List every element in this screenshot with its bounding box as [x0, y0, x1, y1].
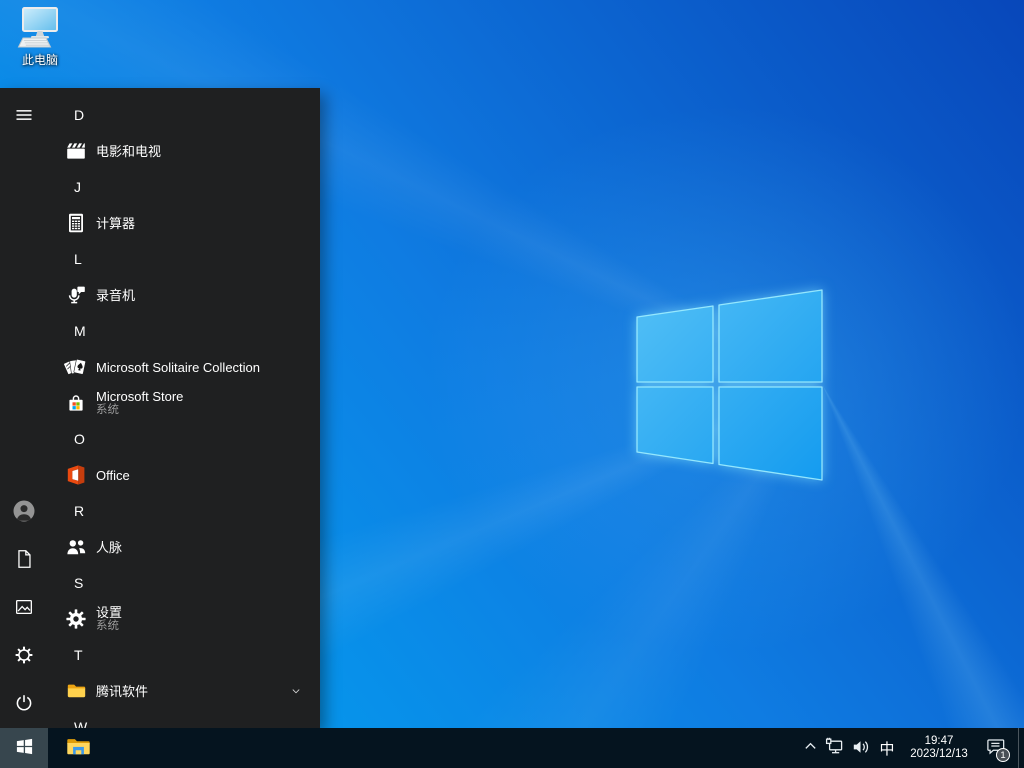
app-list: D 电影和电视 J 计算器 L 录音机 M Microsoft Solitaire Colle… — [48, 88, 320, 728]
app-item-solitaire[interactable]: Microsoft Solitaire Collection — [48, 349, 320, 385]
app-group-header-L[interactable]: L — [48, 241, 320, 277]
ethernet-network-icon — [825, 737, 845, 760]
calculator-icon — [64, 211, 88, 235]
app-label: 录音机 — [96, 287, 136, 303]
app-label: 设置 — [96, 605, 123, 620]
app-texts: Microsoft Store 系统 — [96, 389, 183, 417]
file-explorer-icon — [65, 733, 92, 763]
action-center-button[interactable]: 1 — [978, 728, 1012, 768]
app-group-header-W[interactable]: W — [48, 709, 320, 728]
system-tray: 中 19:47 2023/12/13 1 — [798, 728, 1024, 768]
app-texts: Microsoft Solitaire Collection — [96, 360, 260, 375]
office-icon — [64, 463, 88, 487]
group-letter: T — [74, 647, 83, 663]
app-label: 计算器 — [96, 215, 136, 231]
app-label: 腾讯软件 — [96, 683, 149, 699]
store-icon — [64, 391, 88, 415]
desktop: 此电脑 D 电影和电视 J 计算器 L 录音机 M Microsoft Soli… — [0, 0, 1024, 768]
app-item-movies-tv[interactable]: 电影和电视 — [48, 133, 320, 169]
windows-logo — [636, 289, 823, 481]
power-button[interactable] — [0, 680, 48, 728]
app-group-header-S[interactable]: S — [48, 565, 320, 601]
user-avatar-icon — [12, 499, 36, 526]
app-item-office[interactable]: Office — [48, 457, 320, 493]
voice-recorder-icon — [64, 283, 88, 307]
app-group-header-O[interactable]: O — [48, 421, 320, 457]
app-texts: 录音机 — [96, 288, 135, 303]
app-group-header-M[interactable]: M — [48, 313, 320, 349]
group-letter: J — [74, 179, 81, 195]
app-texts: 电影和电视 — [96, 144, 161, 159]
solitaire-icon — [64, 355, 88, 379]
start-menu-rail — [0, 88, 48, 728]
app-group-header-J[interactable]: J — [48, 169, 320, 205]
app-group-header-R[interactable]: R — [48, 493, 320, 529]
hamburger-icon — [14, 105, 34, 128]
app-item-store[interactable]: Microsoft Store 系统 — [48, 385, 320, 421]
app-group-header-D[interactable]: D — [48, 97, 320, 133]
show-desktop-button[interactable] — [1018, 728, 1024, 768]
expand-menu-button[interactable] — [0, 92, 48, 140]
group-letter: M — [74, 323, 86, 339]
clock-button[interactable]: 19:47 2023/12/13 — [900, 728, 978, 768]
desktop-icon-this-pc[interactable]: 此电脑 — [12, 6, 68, 68]
settings-button[interactable] — [0, 632, 48, 680]
app-texts: 设置 系统 — [96, 605, 122, 633]
movies-tv-icon — [64, 139, 88, 163]
document-icon — [13, 548, 35, 573]
documents-button[interactable] — [0, 536, 48, 584]
app-sublabel: 系统 — [96, 404, 119, 416]
app-group-header-T[interactable]: T — [48, 637, 320, 673]
clock-date: 2023/12/13 — [910, 748, 968, 760]
power-icon — [13, 692, 35, 717]
network-button[interactable] — [822, 728, 848, 768]
windows-start-icon — [15, 737, 34, 759]
start-menu: D 电影和电视 J 计算器 L 录音机 M Microsoft Solitaire Colle… — [0, 88, 320, 728]
pictures-icon — [13, 596, 35, 621]
ime-indicator-button[interactable]: 中 — [874, 728, 900, 768]
start-button[interactable] — [0, 728, 48, 768]
taskbar: 中 19:47 2023/12/13 1 — [0, 728, 1024, 768]
chevron-up-icon — [803, 739, 818, 757]
people-icon — [64, 535, 88, 559]
app-label: Microsoft Solitaire Collection — [96, 359, 261, 375]
gear-icon — [13, 644, 35, 669]
group-letter: O — [74, 431, 85, 447]
this-pc-icon — [12, 6, 68, 50]
chevron-down-icon[interactable] — [289, 684, 303, 698]
user-account-button[interactable] — [0, 488, 48, 536]
clock-time: 19:47 — [924, 734, 954, 747]
app-label: 人脉 — [96, 539, 123, 555]
volume-button[interactable] — [848, 728, 874, 768]
pictures-button[interactable] — [0, 584, 48, 632]
app-label: Microsoft Store — [96, 389, 184, 404]
group-letter: W — [74, 719, 88, 728]
group-letter: L — [74, 251, 82, 267]
app-sublabel: 系统 — [96, 620, 119, 632]
file-explorer-button[interactable] — [56, 728, 100, 768]
folder-icon — [64, 679, 88, 703]
app-item-settings[interactable]: 设置 系统 — [48, 601, 320, 637]
app-item-calculator[interactable]: 计算器 — [48, 205, 320, 241]
rail-bottom-group — [0, 488, 48, 728]
group-letter: R — [74, 503, 85, 519]
app-item-voice-recorder[interactable]: 录音机 — [48, 277, 320, 313]
notification-count-badge: 1 — [996, 748, 1010, 762]
speaker-icon — [851, 737, 871, 760]
ime-label: 中 — [879, 740, 895, 758]
this-pc-label: 此电脑 — [21, 53, 58, 67]
show-hidden-icons-button[interactable] — [798, 728, 822, 768]
group-letter: S — [74, 575, 84, 591]
app-texts: 计算器 — [96, 216, 135, 231]
app-texts: 人脉 — [96, 540, 122, 555]
app-texts: 腾讯软件 — [96, 684, 148, 699]
app-texts: Office — [96, 468, 130, 483]
app-label: 电影和电视 — [96, 143, 162, 159]
settings-gear-icon — [64, 607, 88, 631]
app-label: Office — [96, 467, 130, 483]
app-item-people[interactable]: 人脉 — [48, 529, 320, 565]
app-item-tencent-folder[interactable]: 腾讯软件 — [48, 673, 320, 709]
group-letter: D — [74, 107, 85, 123]
